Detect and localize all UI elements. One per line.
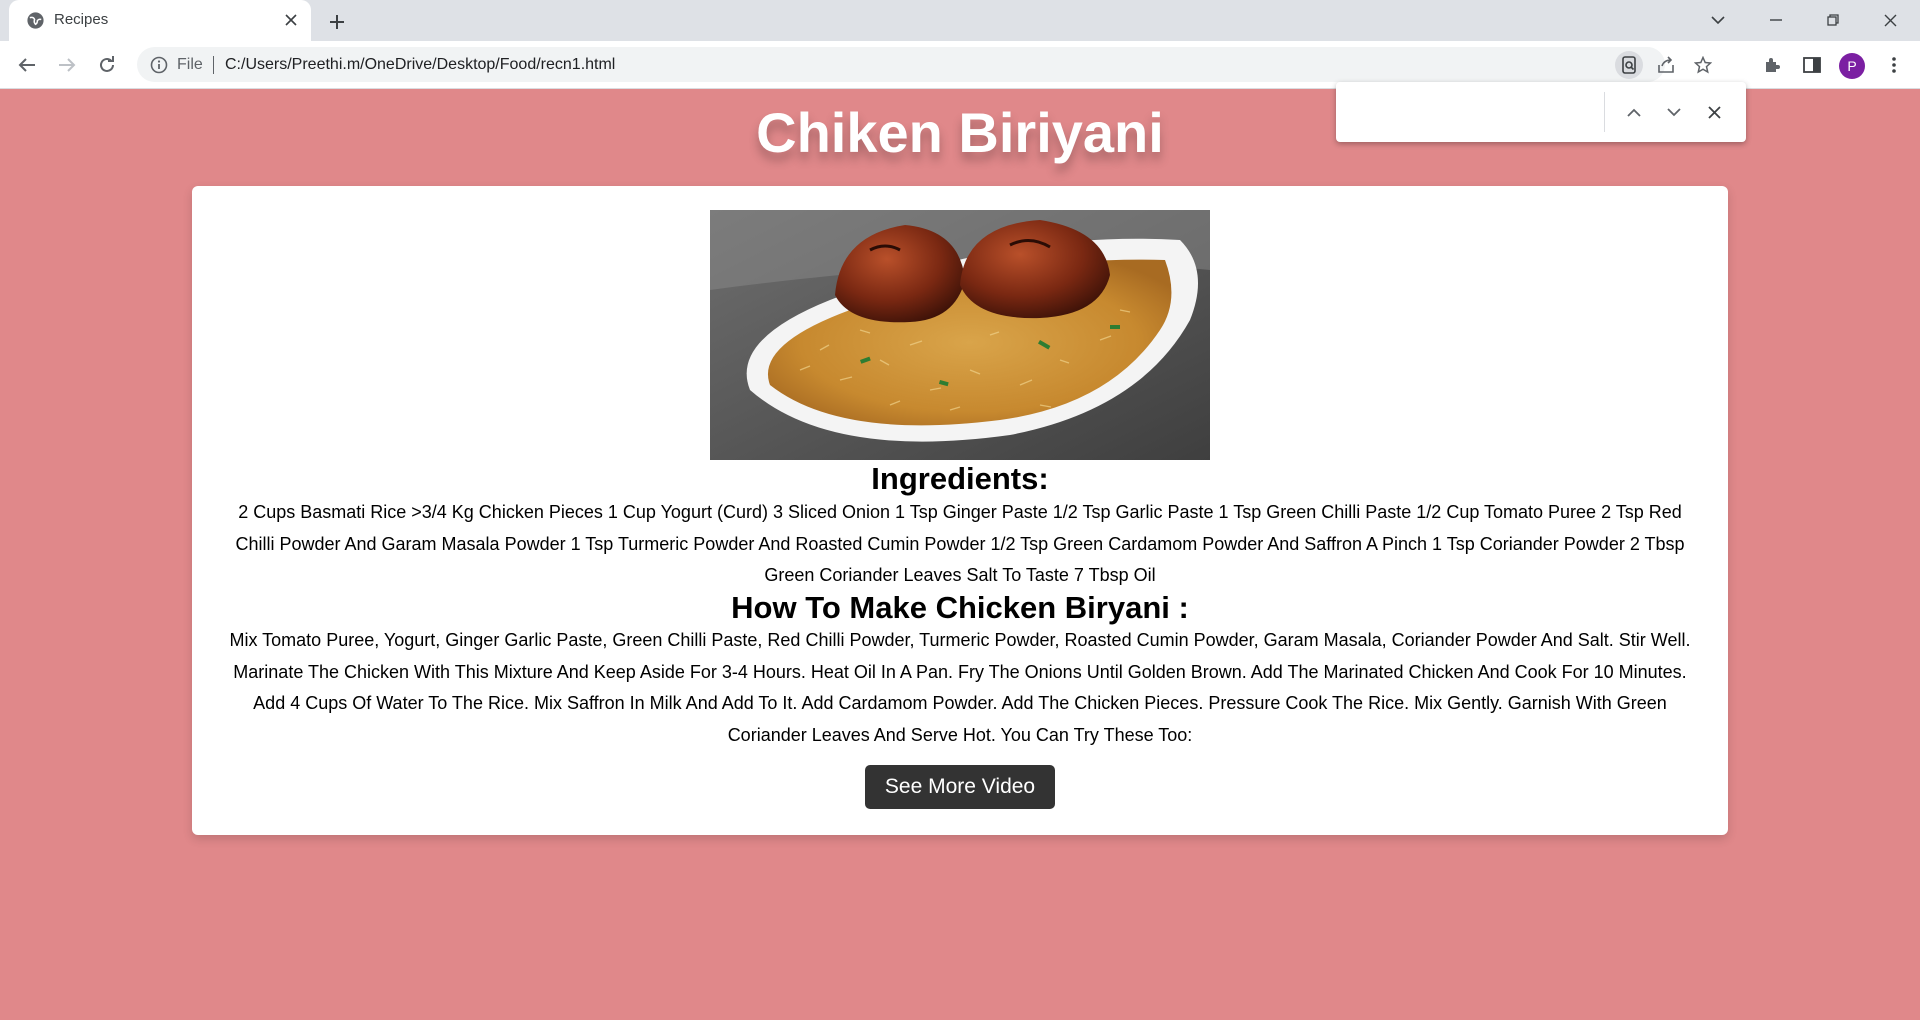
chevron-down-icon[interactable] (1660, 98, 1688, 126)
find-in-page-icon[interactable] (1615, 51, 1643, 79)
find-close-icon[interactable] (1700, 98, 1728, 126)
ingredients-text: 2 Cups Basmati Rice >3/4 Kg Chicken Piec… (235, 502, 1685, 585)
extensions-icon[interactable] (1756, 49, 1788, 81)
info-icon[interactable] (150, 56, 168, 74)
tab-search-icon[interactable] (1690, 0, 1746, 40)
bookmark-star-icon[interactable] (1689, 51, 1717, 79)
biryani-image (710, 210, 1210, 460)
tab-strip: Recipes (0, 0, 1920, 41)
chevron-up-icon[interactable] (1620, 98, 1648, 126)
tab-recipes[interactable]: Recipes (9, 0, 311, 41)
find-input[interactable] (1350, 97, 1600, 127)
find-separator (1604, 92, 1605, 132)
new-tab-button[interactable] (324, 9, 350, 35)
minimize-icon[interactable] (1748, 0, 1804, 40)
method-text: Mix Tomato Puree, Yogurt, Ginger Garlic … (229, 630, 1691, 745)
restore-icon[interactable] (1805, 0, 1861, 40)
address-bar[interactable]: File C:/Users/Preethi.m/OneDrive/Desktop… (137, 47, 1712, 82)
see-more-video-button[interactable]: See More Video (865, 765, 1055, 809)
profile-avatar[interactable]: P (1839, 53, 1865, 79)
find-bar (1336, 82, 1746, 142)
url-text[interactable]: C:/Users/Preethi.m/OneDrive/Desktop/Food… (225, 56, 615, 74)
globe-icon (26, 11, 45, 30)
side-panel-icon[interactable] (1796, 49, 1828, 81)
menu-kebab-icon[interactable] (1878, 49, 1910, 81)
share-icon[interactable] (1652, 51, 1680, 79)
forward-button[interactable] (51, 49, 83, 81)
window-close-icon[interactable] (1862, 0, 1918, 40)
close-icon[interactable] (281, 10, 301, 30)
tab-title: Recipes (54, 11, 109, 28)
recipe-card: Ingredients: 2 Cups Basmati Rice >3/4 Kg… (192, 186, 1728, 835)
reload-button[interactable] (91, 49, 123, 81)
ingredients-heading: Ingredients: (871, 461, 1049, 496)
method-heading: How To Make Chicken Biryani : (731, 590, 1189, 625)
scheme-label: File (177, 56, 203, 73)
scheme-separator (213, 56, 214, 74)
back-button[interactable] (11, 49, 43, 81)
